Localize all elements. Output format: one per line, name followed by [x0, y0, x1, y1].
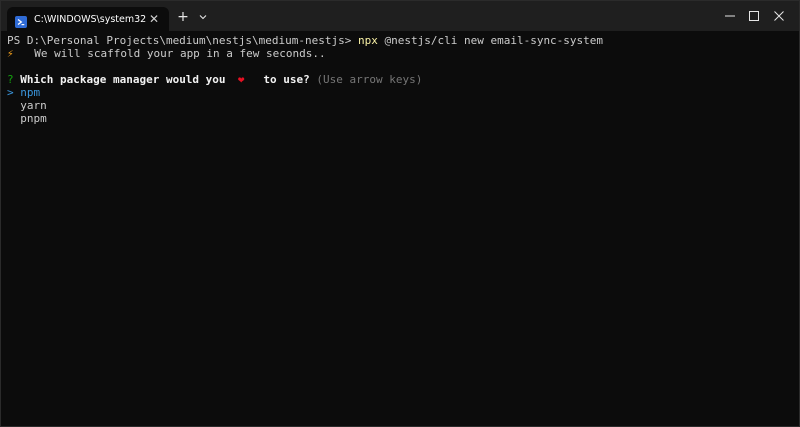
- title-bar: C:\WINDOWS\system32\cmd. ✕ +: [1, 1, 799, 31]
- option-label: npm: [20, 86, 41, 99]
- question-text-end: to use?: [250, 73, 310, 86]
- new-tab-button[interactable]: +: [175, 8, 191, 26]
- option-label: yarn: [20, 99, 47, 112]
- close-icon: [774, 11, 784, 21]
- command-args: @nestjs/cli new email-sync-system: [377, 34, 604, 47]
- command-line: PS D:\Personal Projects\medium\nestjs\me…: [7, 34, 793, 47]
- option-label: pnpm: [20, 112, 47, 125]
- scaffold-line: ⚡ We will scaffold your app in a few sec…: [7, 47, 793, 60]
- powershell-icon: [15, 13, 27, 28]
- close-button[interactable]: [756, 1, 800, 31]
- terminal-window: C:\WINDOWS\system32\cmd. ✕ + PS D:\Perso…: [0, 0, 800, 427]
- option-yarn[interactable]: yarn: [7, 99, 793, 112]
- heart-icon: ❤: [237, 73, 245, 86]
- chevron-down-icon: [199, 15, 207, 20]
- question-text: Which package manager would you: [13, 73, 233, 86]
- tab-title: C:\WINDOWS\system32\cmd.: [34, 13, 146, 25]
- question-line: ? Which package manager would you ❤ to u…: [7, 73, 793, 86]
- terminal-output[interactable]: PS D:\Personal Projects\medium\nestjs\me…: [7, 34, 793, 426]
- question-hint: (Use arrow keys): [309, 73, 423, 86]
- command-name: npx: [358, 34, 378, 47]
- lightning-icon: ⚡: [7, 47, 14, 60]
- selection-pointer: >: [7, 86, 14, 99]
- tab-close-icon[interactable]: ✕: [147, 10, 161, 28]
- tab-dropdown-button[interactable]: [195, 8, 211, 26]
- prompt-path: PS D:\Personal Projects\medium\nestjs\me…: [7, 34, 358, 47]
- scaffold-message: We will scaffold your app in a few secon…: [21, 47, 326, 60]
- tab-cmd[interactable]: C:\WINDOWS\system32\cmd. ✕: [7, 7, 169, 31]
- question-mark: ?: [7, 73, 14, 86]
- option-npm[interactable]: > npm: [7, 86, 793, 99]
- option-pnpm[interactable]: pnpm: [7, 112, 793, 125]
